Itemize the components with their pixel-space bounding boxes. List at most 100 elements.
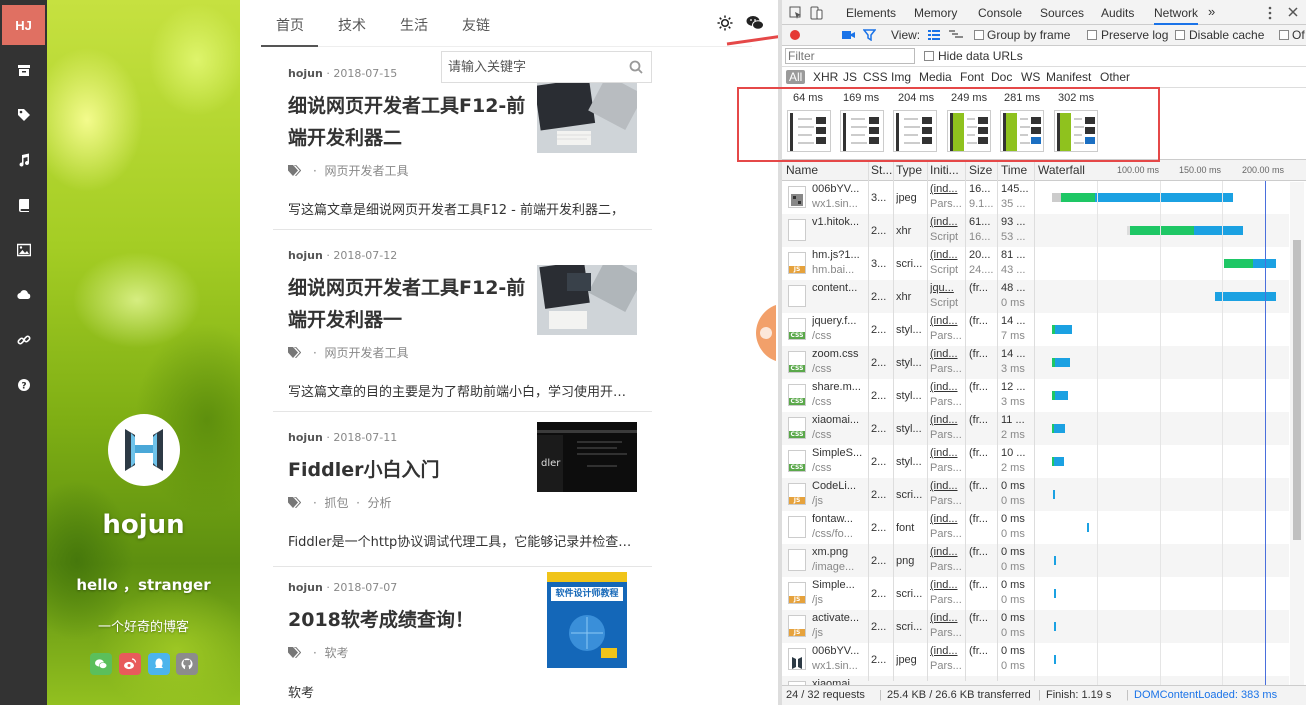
post-title[interactable]: 细说网页开发者工具F12-前 端开发利器二: [288, 90, 533, 154]
post-tag[interactable]: 软考: [324, 644, 348, 661]
request-name[interactable]: content...: [812, 282, 864, 294]
post-tag[interactable]: 网页开发者工具: [324, 162, 408, 179]
record-icon[interactable]: [789, 29, 801, 41]
request-initiator[interactable]: (ind...: [930, 612, 964, 624]
request-initiator[interactable]: (ind...: [930, 447, 964, 459]
type-filter-media[interactable]: Media: [919, 70, 952, 84]
filter-icon[interactable]: [863, 29, 876, 41]
group-by-frame-checkbox[interactable]: [974, 30, 984, 40]
request-name[interactable]: xiaomai...: [812, 414, 864, 426]
link-icon[interactable]: [12, 330, 36, 350]
request-name[interactable]: 006bYV...: [812, 183, 864, 195]
table-row[interactable]: JS hm.js?1... hm.bai... 3... scri... (ind... S…: [782, 247, 1289, 280]
table-row[interactable]: CSS zoom.css/css 2... styl... (ind... Pars...…: [782, 346, 1289, 379]
tab-audits[interactable]: Audits: [1101, 6, 1134, 20]
offline-checkbox[interactable]: [1279, 30, 1289, 40]
request-name[interactable]: activate...: [812, 612, 864, 624]
music-icon[interactable]: [12, 150, 36, 170]
type-filter-js[interactable]: JS: [843, 70, 857, 84]
request-name[interactable]: SimpleS...: [812, 447, 864, 459]
request-name[interactable]: share.m...: [812, 381, 864, 393]
request-initiator[interactable]: (ind...: [930, 579, 964, 591]
site-logo[interactable]: HJ: [2, 5, 45, 45]
post-thumbnail[interactable]: dler: [537, 422, 637, 492]
request-initiator[interactable]: (ind...: [930, 315, 964, 327]
close-icon[interactable]: [1288, 7, 1298, 17]
filter-input[interactable]: [785, 48, 915, 64]
post-title[interactable]: Fiddler小白入门: [288, 454, 533, 486]
tab-console[interactable]: Console: [978, 6, 1022, 20]
request-name[interactable]: xm.png: [812, 546, 864, 558]
request-initiator[interactable]: (ind...: [930, 381, 964, 393]
tab-network[interactable]: Network: [1154, 6, 1199, 25]
table-row[interactable]: CSS jquery.f... /css 2... styl... (ind... Pars…: [782, 313, 1289, 346]
type-filter-font[interactable]: Font: [960, 70, 984, 84]
post-tag[interactable]: 网页开发者工具: [324, 344, 408, 361]
weibo-icon[interactable]: [119, 653, 141, 675]
overview-icon[interactable]: [949, 30, 963, 40]
post-title-line[interactable]: 细说网页开发者工具F12-前: [288, 90, 533, 122]
request-name[interactable]: hm.js?1...: [812, 249, 864, 261]
table-row[interactable]: JS Simple... /js 2... scri... (ind... Pars... (…: [782, 577, 1289, 610]
type-filter-doc[interactable]: Doc: [991, 70, 1012, 84]
post-title-line[interactable]: 端开发利器一: [288, 304, 533, 336]
tags-icon[interactable]: [12, 105, 36, 125]
preserve-log-checkbox[interactable]: [1087, 30, 1097, 40]
post-title-line[interactable]: 2018软考成绩查询！: [288, 604, 533, 636]
table-row[interactable]: JS CodeLi... /js 2... scri... (ind... Pars... (…: [782, 478, 1289, 511]
disable-cache-checkbox[interactable]: [1175, 30, 1185, 40]
request-initiator[interactable]: (ind...: [930, 216, 964, 228]
type-filter-img[interactable]: Img: [891, 70, 911, 84]
device-toolbar-icon[interactable]: [809, 6, 823, 20]
request-initiator[interactable]: (ind...: [930, 480, 964, 492]
table-row[interactable]: JS activate... /js 2... scri... (ind... Pars..…: [782, 610, 1289, 643]
group-by-frame-label[interactable]: Group by frame: [987, 28, 1070, 42]
request-name[interactable]: v1.hitok...: [812, 216, 864, 228]
post-author[interactable]: hojun: [288, 581, 323, 594]
type-filter-ws[interactable]: WS: [1021, 70, 1040, 84]
table-row[interactable]: fontaw... /css/fo... 2... font (ind... Pars..…: [782, 511, 1289, 544]
request-initiator[interactable]: (ind...: [930, 183, 964, 195]
floating-widget-icon[interactable]: [752, 305, 776, 361]
post-title[interactable]: 细说网页开发者工具F12-前 端开发利器一: [288, 272, 533, 336]
request-initiator[interactable]: (ind...: [930, 513, 964, 525]
wechat-icon[interactable]: [90, 653, 112, 675]
column-initiator[interactable]: Initi...: [930, 163, 963, 177]
avatar[interactable]: [108, 414, 180, 486]
request-initiator[interactable]: (ind...: [930, 249, 964, 261]
column-status[interactable]: St...: [871, 163, 893, 177]
tab-elements[interactable]: Elements: [846, 6, 896, 20]
book-icon[interactable]: [12, 195, 36, 215]
image-icon[interactable]: [12, 240, 36, 260]
tab-memory[interactable]: Memory: [914, 6, 957, 20]
scrollbar-thumb[interactable]: [1293, 240, 1301, 540]
request-initiator[interactable]: (ind...: [930, 546, 964, 558]
request-name[interactable]: fontaw...: [812, 513, 864, 525]
request-name[interactable]: Simple...: [812, 579, 864, 591]
post-author[interactable]: hojun: [288, 67, 323, 80]
post-thumbnail[interactable]: [537, 83, 637, 153]
hide-data-urls-checkbox[interactable]: [924, 51, 934, 61]
request-initiator[interactable]: (ind...: [930, 414, 964, 426]
table-row[interactable]: CSS xiaomai... /css 2... styl... (ind... Pars.…: [782, 412, 1289, 445]
request-name[interactable]: zoom.css: [812, 348, 864, 360]
type-filter-css[interactable]: CSS: [863, 70, 888, 84]
type-filter-all[interactable]: All: [786, 70, 806, 84]
column-type[interactable]: Type: [896, 163, 926, 177]
post-thumbnail[interactable]: [537, 265, 637, 335]
qq-icon[interactable]: [148, 653, 170, 675]
request-name[interactable]: 006bYV...: [812, 645, 864, 657]
tab-sources[interactable]: Sources: [1040, 6, 1084, 20]
post-tag[interactable]: 分析: [368, 494, 392, 511]
request-name[interactable]: jquery.f...: [812, 315, 864, 327]
github-icon[interactable]: [176, 653, 198, 675]
request-name[interactable]: CodeLi...: [812, 480, 864, 492]
question-icon[interactable]: ?: [12, 375, 36, 395]
screenshot-camera-icon[interactable]: [841, 29, 855, 41]
tab-tech[interactable]: 技术: [338, 15, 366, 35]
post-author[interactable]: hojun: [288, 249, 323, 262]
menu-dots-icon[interactable]: [1268, 6, 1272, 20]
type-filter-xhr[interactable]: XHR: [813, 70, 838, 84]
column-time[interactable]: Time: [1001, 163, 1033, 177]
cloud-icon[interactable]: [12, 285, 36, 305]
